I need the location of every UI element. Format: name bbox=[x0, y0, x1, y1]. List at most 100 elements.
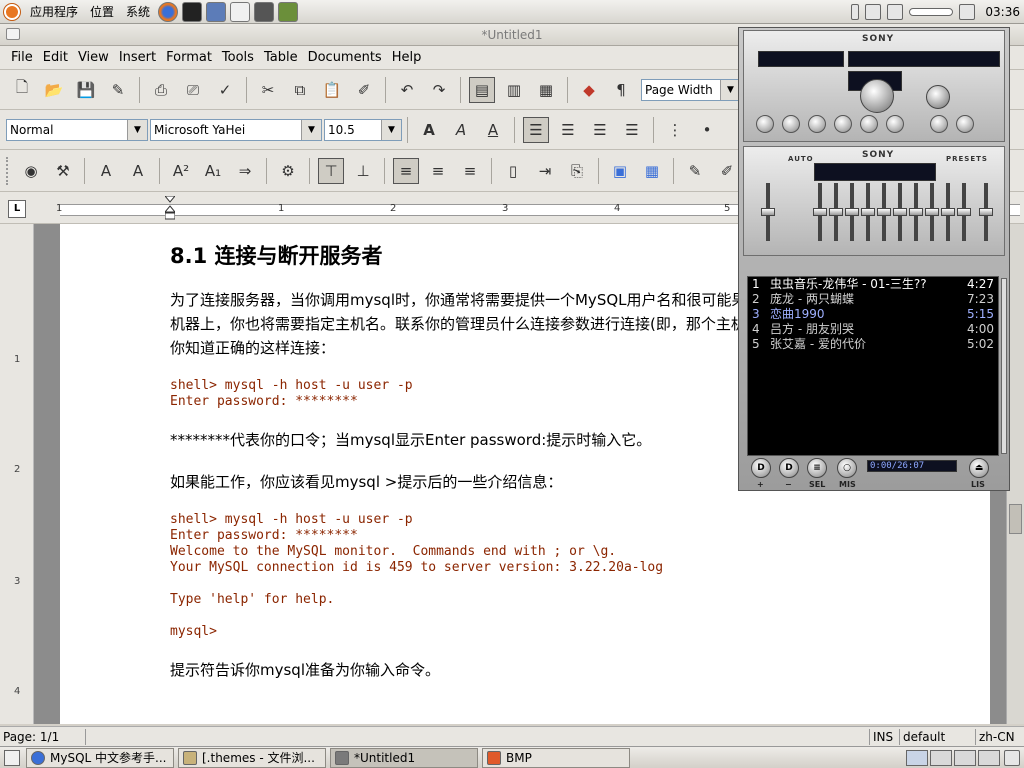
settings-launcher-icon[interactable] bbox=[254, 1, 275, 22]
chevron-down-icon[interactable]: ▼ bbox=[720, 79, 740, 100]
tab-stop-selector[interactable]: L bbox=[8, 200, 26, 218]
task-file-browser[interactable]: [.themes - 文件浏... bbox=[178, 747, 326, 768]
numbered-list-icon[interactable]: ⋮ bbox=[662, 117, 688, 143]
zoom-select[interactable]: Page Width ▼ bbox=[641, 78, 741, 101]
ubuntu-logo-icon[interactable] bbox=[4, 3, 20, 20]
indent-marker-icon[interactable] bbox=[165, 196, 175, 220]
network-launcher-icon[interactable] bbox=[206, 1, 227, 22]
slider-knob[interactable] bbox=[979, 208, 993, 216]
system-menu[interactable]: 系统 bbox=[120, 1, 156, 23]
para-align-right-icon[interactable]: ≡ bbox=[457, 158, 483, 184]
open-icon[interactable]: 📂 bbox=[41, 77, 67, 103]
menu-insert[interactable]: Insert bbox=[114, 50, 161, 65]
eq-band-slider[interactable] bbox=[979, 183, 993, 241]
align-left-icon[interactable]: ☰ bbox=[523, 116, 549, 143]
window-menu-icon[interactable] bbox=[6, 28, 20, 40]
settings-gear-icon[interactable]: ⚙ bbox=[275, 158, 301, 184]
playlist-item[interactable]: 1 虫虫音乐-龙伟华 - 01-三生?? 4:27 bbox=[748, 277, 998, 292]
chevron-down-icon[interactable]: ▼ bbox=[381, 119, 401, 140]
eq-band-slider[interactable] bbox=[813, 183, 827, 241]
monitor-launcher-icon[interactable] bbox=[230, 1, 251, 22]
playlist-item[interactable]: 4 吕方 - 朋友别哭 4:00 bbox=[748, 322, 998, 337]
bullet-list-icon[interactable]: • bbox=[694, 117, 720, 143]
pause-button[interactable] bbox=[808, 115, 826, 133]
book-launcher-icon[interactable] bbox=[278, 1, 299, 22]
font-size-select[interactable]: 10.5 ▼ bbox=[324, 118, 402, 141]
volume-knob[interactable] bbox=[860, 79, 894, 113]
font-select[interactable]: Microsoft YaHei ▼ bbox=[150, 118, 322, 141]
draw-icon[interactable]: ✎ bbox=[682, 158, 708, 184]
eq-band-slider[interactable] bbox=[957, 183, 971, 241]
text-outline-icon[interactable]: A bbox=[125, 158, 151, 184]
terminal-launcher-icon[interactable] bbox=[182, 1, 203, 22]
menu-file[interactable]: File bbox=[6, 50, 38, 65]
language[interactable]: zh-CN bbox=[976, 729, 1024, 745]
redo-icon[interactable]: ↷ bbox=[426, 77, 452, 103]
table-insert-icon[interactable]: ▦ bbox=[639, 158, 665, 184]
shuffle-button[interactable] bbox=[930, 115, 948, 133]
slider-knob[interactable] bbox=[877, 208, 891, 216]
menu-tools[interactable]: Tools bbox=[217, 50, 259, 65]
balance-knob[interactable] bbox=[926, 85, 950, 109]
playlist-item[interactable]: 3 恋曲1990 5:15 bbox=[748, 307, 998, 322]
menu-format[interactable]: Format bbox=[161, 50, 217, 65]
chevron-down-icon[interactable]: ▼ bbox=[301, 119, 321, 140]
column-icon[interactable]: ▯ bbox=[500, 158, 526, 184]
toolbar-handle[interactable] bbox=[6, 156, 11, 185]
notification-icon[interactable] bbox=[851, 4, 860, 20]
next-button[interactable] bbox=[860, 115, 878, 133]
firefox-launcher-icon[interactable] bbox=[158, 1, 179, 22]
frame-bottom-icon[interactable]: ⊥ bbox=[350, 158, 376, 184]
playlist-scrollbar[interactable] bbox=[1001, 278, 1007, 454]
printer-icon[interactable] bbox=[865, 4, 882, 20]
align-right-icon[interactable]: ☰ bbox=[587, 117, 613, 143]
table-icon[interactable]: ▦ bbox=[533, 77, 559, 103]
eq-band-slider[interactable] bbox=[941, 183, 955, 241]
format-painter-icon[interactable]: ✐ bbox=[351, 77, 377, 103]
list-button[interactable]: ⏏ bbox=[969, 458, 989, 478]
insert-mode[interactable]: INS bbox=[870, 728, 900, 745]
print-icon[interactable]: ⎙ bbox=[148, 77, 174, 103]
select-button[interactable]: ≡ bbox=[807, 458, 827, 478]
repeat-button[interactable] bbox=[956, 115, 974, 133]
superscript-icon[interactable]: A² bbox=[168, 158, 194, 184]
network-monitor-icon[interactable] bbox=[887, 4, 904, 20]
underline-icon[interactable]: A bbox=[480, 117, 506, 143]
slider-knob[interactable] bbox=[957, 208, 971, 216]
slider-knob[interactable] bbox=[925, 208, 939, 216]
workspace-4[interactable] bbox=[978, 749, 1000, 766]
style-select[interactable]: Normal ▼ bbox=[6, 118, 148, 141]
show-desktop-icon[interactable] bbox=[4, 749, 20, 766]
cut-icon[interactable]: ✂ bbox=[255, 77, 281, 103]
text-frame-icon[interactable]: A bbox=[93, 158, 119, 184]
play-button[interactable] bbox=[782, 115, 800, 133]
eject-button[interactable] bbox=[886, 115, 904, 133]
eq-band-slider[interactable] bbox=[829, 183, 843, 241]
align-center-icon[interactable]: ☰ bbox=[555, 117, 581, 143]
slider-knob[interactable] bbox=[813, 208, 827, 216]
slider-knob[interactable] bbox=[845, 208, 859, 216]
subscript-icon[interactable]: A₁ bbox=[200, 158, 226, 184]
spellcheck-icon[interactable]: ✓ bbox=[212, 77, 238, 103]
slider-knob[interactable] bbox=[893, 208, 907, 216]
document-icon[interactable]: ▣ bbox=[607, 158, 633, 184]
prev-button[interactable] bbox=[756, 115, 774, 133]
slider-knob[interactable] bbox=[761, 208, 775, 216]
preamp-slider[interactable] bbox=[761, 183, 775, 241]
menu-view[interactable]: View bbox=[73, 50, 114, 65]
brush-icon[interactable]: ✐ bbox=[714, 158, 740, 184]
eq-band-slider[interactable] bbox=[877, 183, 891, 241]
eq-band-slider[interactable] bbox=[845, 183, 859, 241]
page-style[interactable]: default bbox=[900, 728, 976, 745]
slider-knob[interactable] bbox=[941, 208, 955, 216]
workspace-2[interactable] bbox=[930, 749, 952, 766]
menu-edit[interactable]: Edit bbox=[38, 50, 73, 65]
applications-menu[interactable]: 应用程序 bbox=[24, 1, 84, 23]
copy-icon[interactable]: ⧉ bbox=[287, 77, 313, 103]
places-menu[interactable]: 位置 bbox=[84, 1, 120, 23]
eq-band-slider[interactable] bbox=[893, 183, 907, 241]
undo-icon[interactable]: ↶ bbox=[394, 77, 420, 103]
playlist-item[interactable]: 5 张艾嘉 - 爱的代价 5:02 bbox=[748, 337, 998, 352]
playlist-item[interactable]: 2 庞龙 - 两只蝴蝶 7:23 bbox=[748, 292, 998, 307]
bold-icon[interactable]: A bbox=[416, 117, 442, 143]
